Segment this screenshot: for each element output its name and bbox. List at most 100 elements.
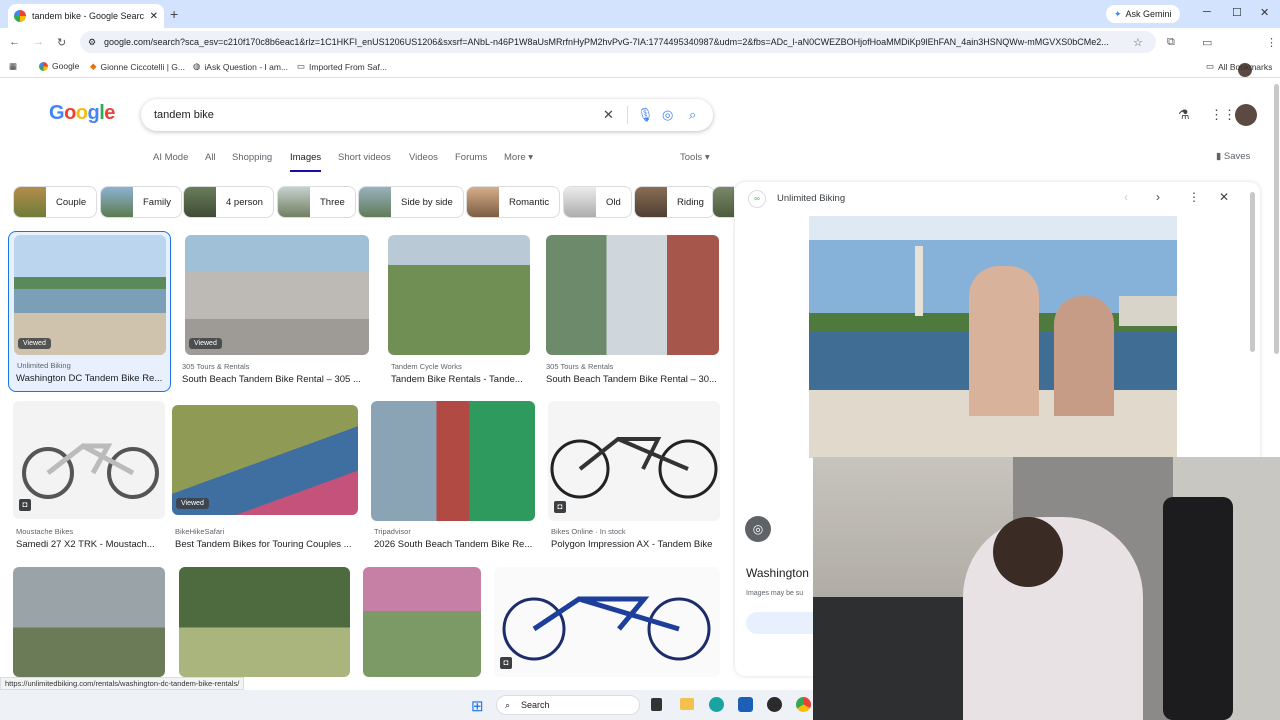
result-card[interactable]: ◘ Moustache Bikes Samedi 27 X2 TRK - Mou… (13, 401, 166, 553)
result-title: Tandem Bike Rentals - Tande... (391, 374, 523, 385)
task-view-icon[interactable] (651, 698, 662, 711)
microphone-icon[interactable]: 🎙 (637, 107, 654, 123)
tab-title: tandem bike - Google Search (32, 11, 144, 21)
bike-drawing (22, 443, 159, 499)
result-image: Viewed (172, 405, 358, 515)
ask-gemini-label: Ask Gemini (1125, 9, 1172, 19)
lens-search-icon[interactable]: ◎ (745, 516, 771, 542)
result-card[interactable]: ◘ (494, 567, 720, 677)
saves-button[interactable]: ▮ Saves (1216, 151, 1250, 162)
panel-scrollbar[interactable] (1250, 192, 1255, 352)
store-icon[interactable] (738, 697, 753, 712)
clear-icon[interactable]: ✕ (603, 107, 614, 123)
person-head-shape (993, 517, 1063, 587)
result-card[interactable] (179, 567, 350, 677)
tab-shopping[interactable]: Shopping (232, 152, 272, 163)
cast-icon[interactable]: ▭ (1202, 36, 1212, 49)
account-avatar[interactable] (1235, 104, 1257, 126)
minimize-icon[interactable]: ─ (1203, 6, 1211, 18)
monument-shape (915, 246, 923, 316)
browser-tab[interactable]: tandem bike - Google Search ✕ (8, 4, 164, 28)
search-query: tandem bike (154, 109, 214, 121)
result-card[interactable] (363, 567, 481, 677)
viewed-badge: Viewed (18, 338, 51, 349)
start-icon[interactable]: ⊞ (471, 697, 484, 715)
new-tab-icon[interactable]: + (170, 6, 178, 22)
taskbar-search[interactable]: ⌕ Search (496, 695, 640, 715)
google-logo[interactable]: Google (49, 102, 115, 125)
labs-flask-icon[interactable]: ⚗ (1178, 107, 1190, 123)
bookmark-gionne[interactable]: ◆ Gionne Ciccotelli | G... (90, 61, 185, 72)
more-options-icon[interactable]: ⋮ (1188, 190, 1200, 204)
result-card[interactable]: Viewed 305 Tours & Rentals South Beach T… (182, 235, 370, 385)
chip-three[interactable]: Three (277, 186, 356, 218)
next-icon[interactable]: › (1156, 190, 1160, 204)
maximize-icon[interactable]: ☐ (1232, 6, 1242, 19)
bookmark-star-icon[interactable]: ☆ (1133, 36, 1143, 49)
folder-icon: ▭ (297, 61, 306, 71)
result-card[interactable]: ◘ Bikes Online · In stock Polygon Impres… (548, 401, 720, 553)
page-scrollbar[interactable] (1274, 84, 1279, 354)
preview-image[interactable] (809, 216, 1177, 458)
chip-romantic[interactable]: Romantic (466, 186, 561, 218)
viewed-badge: Viewed (176, 498, 209, 509)
tools-button[interactable]: Tools ▾ (680, 152, 710, 163)
bookmarks-bar: ▦ Google ◆ Gionne Ciccotelli | G... ◍ iA… (0, 56, 1280, 78)
address-bar[interactable]: ⚙ google.com/search?sca_esv=c210f170c8b6… (80, 31, 1156, 53)
tab-videos[interactable]: Videos (409, 152, 438, 163)
forward-icon[interactable]: → (33, 36, 44, 48)
google-apps-icon[interactable]: ⋮⋮ (1210, 107, 1236, 123)
all-bookmarks-label: All Bookmarks (1218, 61, 1273, 72)
file-explorer-icon[interactable] (680, 698, 694, 710)
result-card[interactable] (13, 567, 166, 677)
chip-label: Romantic (509, 196, 550, 208)
app-icon[interactable] (767, 697, 782, 712)
source-favicon-icon: ∞ (748, 190, 766, 208)
bookmark-label: Imported From Saf... (309, 61, 387, 72)
close-panel-icon[interactable]: ✕ (1219, 190, 1229, 204)
bookmark-imported[interactable]: ▭ Imported From Saf... (297, 61, 387, 72)
result-card[interactable]: Tripadvisor 2026 South Beach Tandem Bike… (371, 401, 535, 553)
chip-next-partial[interactable] (712, 186, 734, 218)
chip-couple[interactable]: Couple (13, 186, 98, 218)
site-info-icon: ⚙ (88, 37, 97, 47)
back-icon[interactable]: ← (9, 36, 20, 48)
ask-gemini-button[interactable]: ✦ Ask Gemini (1106, 5, 1180, 23)
result-card[interactable]: 305 Tours & Rentals South Beach Tandem B… (546, 235, 719, 385)
link-status-url: https://unlimitedbiking.com/rentals/wash… (0, 677, 245, 690)
tab-ai-mode[interactable]: AI Mode (153, 152, 188, 163)
tab-forums[interactable]: Forums (455, 152, 487, 163)
result-image (13, 567, 165, 677)
result-image (371, 401, 535, 521)
shopping-bag-icon: ◘ (554, 501, 566, 513)
chip-old[interactable]: Old (563, 186, 632, 218)
lens-icon[interactable]: ◎ (662, 107, 673, 123)
panel-source[interactable]: Unlimited Biking (777, 193, 845, 204)
chip-family[interactable]: Family (100, 186, 182, 218)
chip-side-by-side[interactable]: Side by side (358, 186, 464, 218)
tab-short-videos[interactable]: Short videos (338, 152, 391, 163)
tab-more[interactable]: More ▾ (504, 152, 533, 163)
chip-riding[interactable]: Riding (634, 186, 715, 218)
result-source: Tandem Cycle Works (391, 362, 462, 371)
menu-dots-icon[interactable]: ⋮ (1266, 36, 1277, 49)
tab-all[interactable]: All (205, 152, 216, 163)
result-card-selected[interactable]: Viewed Unlimited Biking Washington DC Ta… (8, 231, 171, 392)
extensions-icon[interactable]: ⧉ (1167, 36, 1175, 49)
bookmark-google[interactable]: Google (39, 61, 79, 71)
tab-images[interactable]: Images (290, 152, 322, 172)
apps-grid-icon[interactable]: ▦ (9, 61, 17, 72)
building-shape (1119, 296, 1177, 326)
reload-icon[interactable]: ↻ (57, 36, 66, 49)
edge-icon[interactable] (709, 697, 724, 712)
search-icon[interactable]: ⌕ (689, 107, 696, 123)
close-tab-icon[interactable]: ✕ (150, 11, 158, 22)
result-card[interactable]: Viewed BikeHikeSafari Best Tandem Bikes … (172, 405, 358, 555)
previous-icon[interactable]: ‹ (1124, 190, 1128, 204)
bookmark-iask[interactable]: ◍ iAsk Question - I am... (193, 61, 288, 72)
result-card[interactable]: Tandem Cycle Works Tandem Bike Rentals -… (388, 235, 531, 385)
close-window-icon[interactable]: ✕ (1260, 6, 1269, 19)
all-bookmarks[interactable]: ▭ All Bookmarks (1206, 61, 1272, 72)
chrome-icon[interactable] (796, 697, 811, 712)
chip-4-person[interactable]: 4 person (183, 186, 274, 218)
